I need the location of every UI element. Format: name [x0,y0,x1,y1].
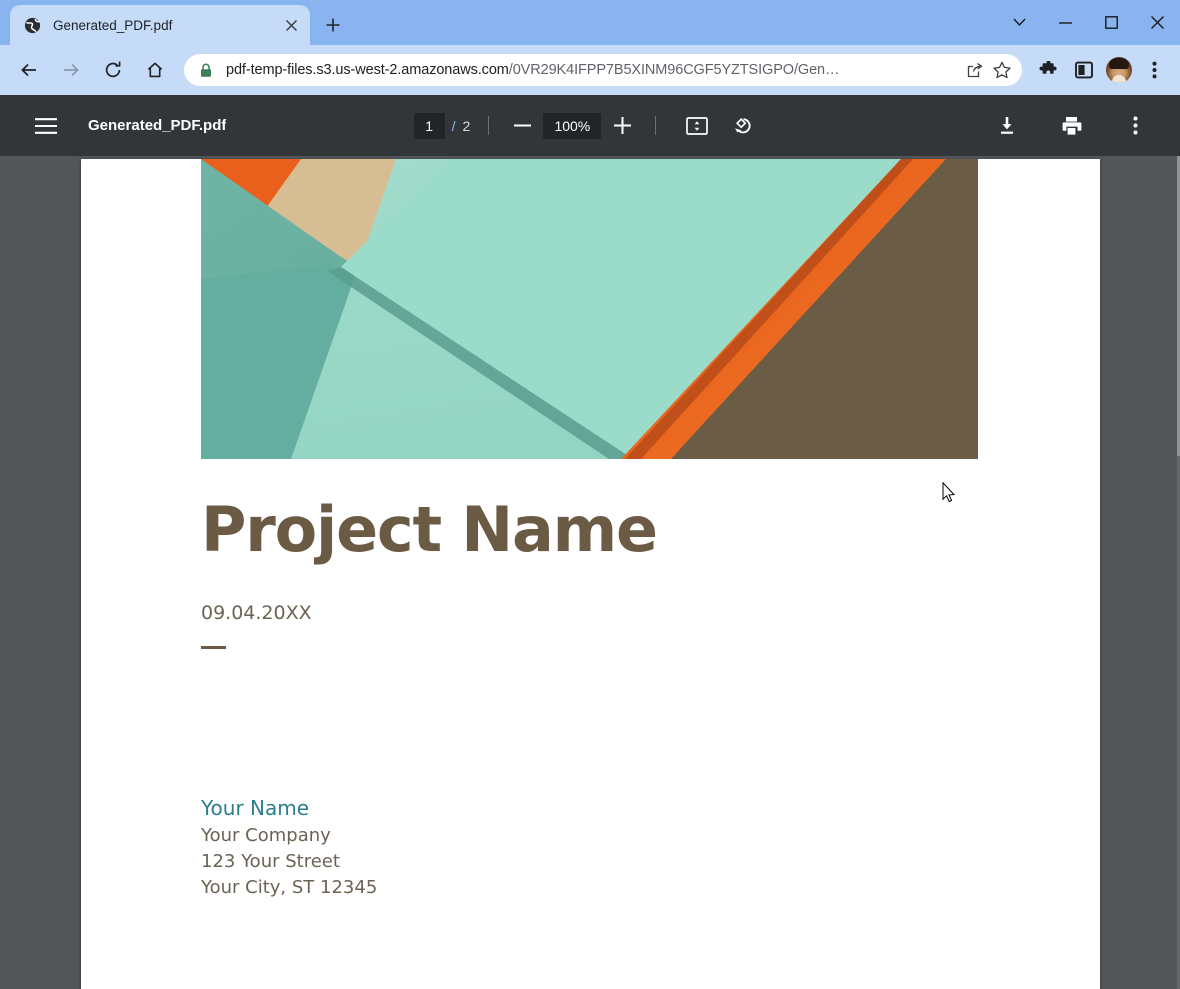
contact-block: Your Name Your Company 123 Your Street Y… [201,794,377,901]
contact-street: 123 Your Street [201,849,377,875]
lock-icon [200,63,214,78]
more-options-icon[interactable] [1118,109,1152,143]
tab-search-icon[interactable] [996,6,1042,40]
mouse-cursor [942,482,956,503]
globe-icon [24,17,41,34]
browser-toolbar: pdf-temp-files.s3.us-west-2.amazonaws.co… [0,45,1180,95]
fit-to-page-icon[interactable] [680,109,714,143]
pdf-actions [984,109,1166,143]
toolbar-divider-2 [655,116,656,135]
home-icon[interactable] [137,52,173,88]
close-icon[interactable] [1134,6,1180,40]
pdf-document-title: Generated_PDF.pdf [88,117,226,134]
pdf-page-1: Project Name 09.04.20XX Your Name Your C… [81,159,1100,989]
back-arrow-icon[interactable] [11,52,47,88]
share-icon[interactable] [960,56,988,84]
document-date: 09.04.20XX [201,602,312,624]
contact-company: Your Company [201,823,377,849]
page-number-input[interactable] [414,113,445,139]
tab-close-icon[interactable] [280,14,302,36]
star-icon[interactable] [988,56,1016,84]
pdf-scroll-area[interactable]: Project Name 09.04.20XX Your Name Your C… [0,156,1180,989]
tab-strip: Generated_PDF.pdf [0,0,1180,45]
forward-arrow-icon[interactable] [53,52,89,88]
hamburger-menu-icon[interactable] [26,106,66,146]
print-icon[interactable] [1054,109,1088,143]
pdf-viewer: Generated_PDF.pdf / 2 100% [0,95,1180,989]
page-total: 2 [463,118,471,134]
reload-icon[interactable] [95,52,131,88]
three-dot-menu-icon[interactable] [1139,55,1169,85]
tab-title: Generated_PDF.pdf [53,18,280,33]
rotate-icon[interactable] [726,109,760,143]
new-tab-button[interactable] [318,10,348,40]
toolbar-divider-1 [488,116,489,135]
download-icon[interactable] [990,109,1024,143]
avatar[interactable] [1106,57,1132,83]
url-host: pdf-temp-files.s3.us-west-2.amazonaws.co… [226,62,509,78]
address-bar[interactable]: pdf-temp-files.s3.us-west-2.amazonaws.co… [184,54,1022,86]
plus-icon[interactable] [607,111,637,141]
window-controls [996,0,1180,45]
maximize-icon[interactable] [1088,6,1134,40]
title-divider [201,646,226,649]
page-separator: / [452,118,456,134]
hero-image [201,159,978,459]
url-path: /0VR29K4IFPP7B5XINM96CGF5YZTSIGPO/Gen… [509,62,840,78]
puzzle-icon[interactable] [1033,55,1063,85]
contact-name: Your Name [201,794,377,823]
minimize-icon[interactable] [1042,6,1088,40]
contact-city-state-zip: Your City, ST 12345 [201,875,377,901]
browser-tab[interactable]: Generated_PDF.pdf [10,5,310,45]
side-panel-icon[interactable] [1069,55,1099,85]
zoom-level[interactable]: 100% [543,113,601,139]
page-title: Project Name [201,499,657,561]
minus-icon[interactable] [507,111,537,141]
url-text: pdf-temp-files.s3.us-west-2.amazonaws.co… [226,62,960,78]
pdf-toolbar: Generated_PDF.pdf / 2 100% [0,95,1180,156]
